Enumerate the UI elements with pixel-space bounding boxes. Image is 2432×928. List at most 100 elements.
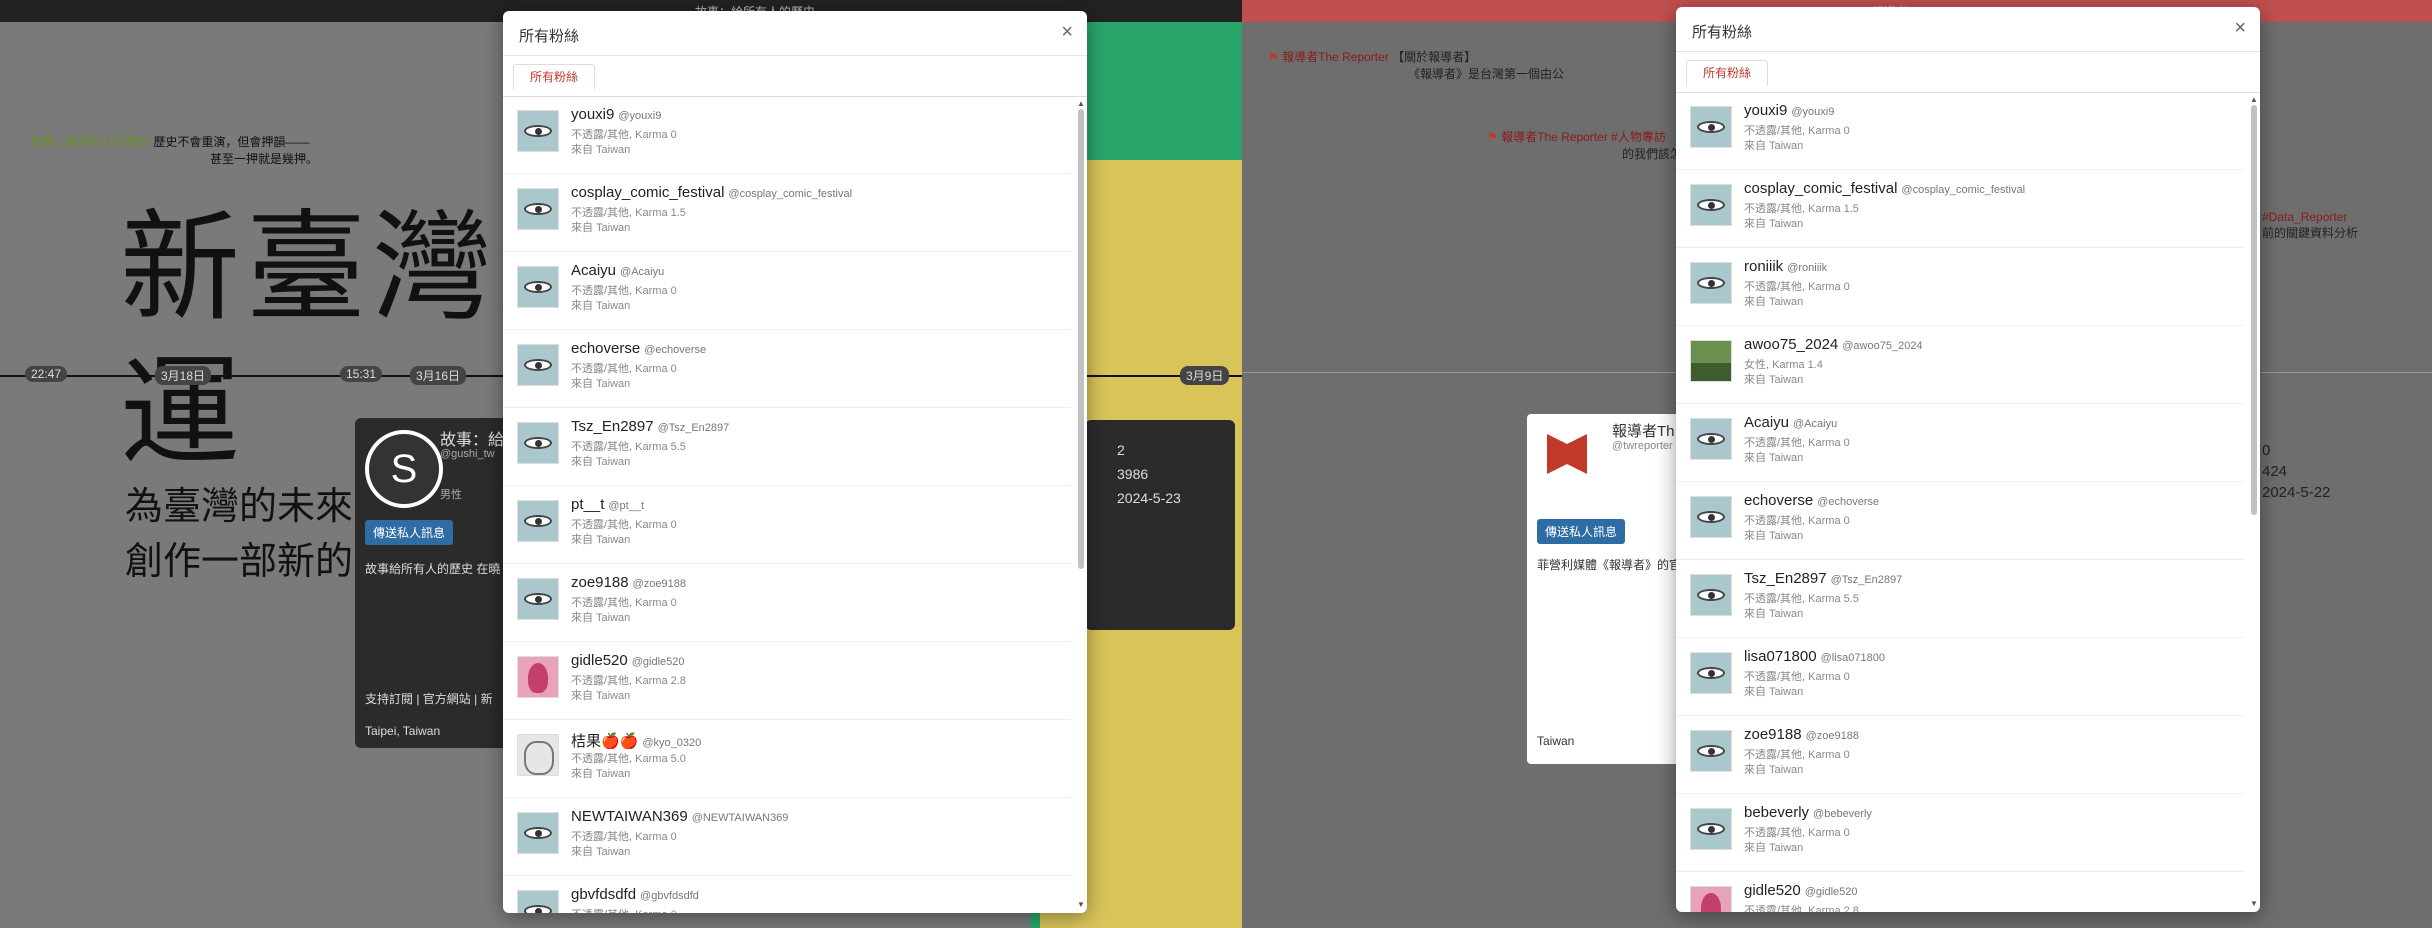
follower-name[interactable]: zoe9188 bbox=[1744, 726, 1802, 743]
follower-name-line[interactable]: awoo75_2024 @awoo75_2024 bbox=[1744, 336, 1923, 353]
tab-all-followers[interactable]: 所有粉絲 bbox=[513, 64, 596, 90]
timeline-tag[interactable]: 3月16日 bbox=[410, 366, 467, 385]
scrollbar[interactable]: ▲ ▼ bbox=[1077, 99, 1085, 909]
follower-name-line[interactable]: lisa071800 @lisa071800 bbox=[1744, 648, 1885, 665]
timeline-tag[interactable]: 3月9日 bbox=[1180, 366, 1230, 385]
follower-name-line[interactable]: NEWTAIWAN369 @NEWTAIWAN369 bbox=[571, 808, 788, 825]
follower-row[interactable]: cosplay_comic_festival @cosplay_comic_fes… bbox=[503, 174, 1071, 252]
follower-avatar[interactable] bbox=[517, 578, 559, 620]
follower-name-line[interactable]: zoe9188 @zoe9188 bbox=[1744, 726, 1859, 743]
follower-row[interactable]: echoverse @echoverse 不透露/其他, Karma 0 來自 Tai… bbox=[1676, 482, 2244, 560]
follower-row[interactable]: echoverse @echoverse 不透露/其他, Karma 0 來自 Tai… bbox=[503, 330, 1071, 408]
post-snippet[interactable]: ⚑ 報導者The Reporter 【關於報導者】 《報導者》是台灣第一個由公 bbox=[1268, 48, 1564, 82]
scroll-down-icon[interactable]: ▼ bbox=[1077, 900, 1085, 909]
follower-row[interactable]: gidle520@gidle520不透露/其他, Karma 2.8來自 Tai… bbox=[1676, 872, 2244, 912]
follower-row[interactable]: gidle520@gidle520不透露/其他, Karma 2.8來自 Tai… bbox=[503, 642, 1071, 720]
follower-row[interactable]: Tsz_En2897 @Tsz_En2897 不透露/其他, Karma 5.5 來自… bbox=[503, 408, 1071, 486]
follower-name[interactable]: gidle520 bbox=[571, 652, 628, 669]
post-snippet[interactable]: #Data_Reporter 前的關鍵資料分析 bbox=[2262, 210, 2358, 241]
post-snippet[interactable]: ⚑ 報導者The Reporter #人物專訪 的我們該怎 bbox=[1487, 128, 1682, 162]
follower-name-line[interactable]: Tsz_En2897 @Tsz_En2897 bbox=[571, 418, 729, 435]
follower-name-line[interactable]: pt__t @pt__t bbox=[571, 496, 644, 513]
follower-name[interactable]: zoe9188 bbox=[571, 574, 629, 591]
follower-row[interactable]: NEWTAIWAN369 @NEWTAIWAN369 不透露/其他, Karma 0… bbox=[503, 798, 1071, 876]
post-snippet-link[interactable]: 報導者The Reporter bbox=[1282, 50, 1389, 64]
follower-name-line[interactable]: gidle520 @gidle520 bbox=[571, 652, 684, 669]
follower-row[interactable]: pt__t @pt__t 不透露/其他, Karma 0 來自 Taiwan bbox=[503, 486, 1071, 564]
follower-name[interactable]: Tsz_En2897 bbox=[571, 418, 654, 435]
follower-avatar[interactable] bbox=[517, 890, 559, 913]
follower-avatar[interactable] bbox=[1690, 418, 1732, 460]
follower-name[interactable]: gbvfdsdfd bbox=[571, 886, 636, 903]
follower-row[interactable]: Acaiyu @Acaiyu 不透露/其他, Karma 0 來自 Taiwan bbox=[1676, 404, 2244, 482]
follower-row[interactable]: zoe9188 @zoe9188 不透露/其他, Karma 0 來自 Taiwan bbox=[503, 564, 1071, 642]
follower-avatar[interactable] bbox=[1690, 886, 1732, 912]
follower-name[interactable]: bebeverly bbox=[1744, 804, 1809, 821]
follower-name[interactable]: gidle520 bbox=[1744, 882, 1801, 899]
scroll-up-icon[interactable]: ▲ bbox=[1077, 99, 1085, 108]
scrollbar-thumb[interactable] bbox=[1078, 109, 1084, 569]
follower-name-line[interactable]: echoverse @echoverse bbox=[1744, 492, 1879, 509]
follower-avatar[interactable] bbox=[517, 500, 559, 542]
follower-row[interactable]: 桔果🍎🍎 @kyo_0320 不透露/其他, Karma 5.0 來自 Taiwan bbox=[503, 720, 1071, 798]
close-icon[interactable]: × bbox=[2234, 17, 2246, 40]
follower-avatar[interactable] bbox=[517, 110, 559, 152]
send-message-button[interactable]: 傳送私人訊息 bbox=[1537, 519, 1626, 544]
scrollbar-thumb[interactable] bbox=[2251, 105, 2257, 515]
follower-name-line[interactable]: Acaiyu @Acaiyu bbox=[571, 262, 664, 279]
post-tag[interactable]: #人物專訪 bbox=[1611, 130, 1666, 144]
follower-name-line[interactable]: 桔果🍎🍎 @kyo_0320 bbox=[571, 730, 701, 751]
follower-avatar[interactable] bbox=[1690, 730, 1732, 772]
follower-name[interactable]: lisa071800 bbox=[1744, 648, 1817, 665]
follower-name-line[interactable]: echoverse @echoverse bbox=[571, 340, 706, 357]
follower-row[interactable]: roniiik @roniiik 不透露/其他, Karma 0 來自 Taiwan bbox=[1676, 248, 2244, 326]
scrollbar[interactable]: ▲ ▼ bbox=[2250, 95, 2258, 908]
follower-avatar[interactable] bbox=[1690, 340, 1732, 382]
post-snippet[interactable]: 故事：給所有人的歷史 歷史不會重演，但會押韻—— 甚至一押就是幾押。 bbox=[30, 133, 318, 167]
follower-name[interactable]: echoverse bbox=[1744, 492, 1813, 509]
scroll-down-icon[interactable]: ▼ bbox=[2250, 899, 2258, 908]
follower-avatar[interactable] bbox=[517, 344, 559, 386]
follower-name-line[interactable]: Acaiyu @Acaiyu bbox=[1744, 414, 1837, 431]
follower-row[interactable]: Tsz_En2897 @Tsz_En2897 不透露/其他, Karma 5.5 來自… bbox=[1676, 560, 2244, 638]
timeline-tag[interactable]: 22:47 bbox=[25, 366, 68, 382]
follower-avatar[interactable] bbox=[1690, 496, 1732, 538]
follower-row[interactable]: youxi9 @youxi9 不透露/其他, Karma 0 來自 Taiwan bbox=[1676, 92, 2244, 170]
follower-avatar[interactable] bbox=[1690, 574, 1732, 616]
follower-name[interactable]: awoo75_2024 bbox=[1744, 336, 1838, 353]
follower-row[interactable]: zoe9188 @zoe9188 不透露/其他, Karma 0 來自 Taiwan bbox=[1676, 716, 2244, 794]
follower-avatar[interactable] bbox=[517, 188, 559, 230]
follower-row[interactable]: cosplay_comic_festival @cosplay_comic_fes… bbox=[1676, 170, 2244, 248]
profile-links[interactable]: 支持訂閱 | 官方網站 | 新 bbox=[365, 690, 493, 707]
follower-avatar[interactable] bbox=[1690, 262, 1732, 304]
follower-row[interactable]: bebeverly @bebeverly 不透露/其他, Karma 0 來自 Tai… bbox=[1676, 794, 2244, 872]
follower-avatar[interactable] bbox=[517, 734, 559, 776]
follower-name-line[interactable]: youxi9 @youxi9 bbox=[571, 106, 661, 123]
follower-avatar[interactable] bbox=[517, 656, 559, 698]
follower-row[interactable]: youxi9 @youxi9 不透露/其他, Karma 0 來自 Taiwan bbox=[503, 96, 1071, 174]
follower-name-line[interactable]: cosplay_comic_festival @cosplay_comic_fes… bbox=[571, 184, 852, 201]
follower-avatar[interactable] bbox=[1690, 652, 1732, 694]
follower-name-line[interactable]: zoe9188 @zoe9188 bbox=[571, 574, 686, 591]
post-snippet-link[interactable]: 報導者The Reporter bbox=[1501, 130, 1608, 144]
follower-name[interactable]: Acaiyu bbox=[1744, 414, 1789, 431]
follower-row[interactable]: awoo75_2024 @awoo75_2024 女性, Karma 1.4 來自 T… bbox=[1676, 326, 2244, 404]
scroll-up-icon[interactable]: ▲ bbox=[2250, 95, 2258, 104]
follower-name[interactable]: youxi9 bbox=[1744, 102, 1787, 119]
timeline-tag[interactable]: 15:31 bbox=[340, 366, 383, 382]
follower-row[interactable]: Acaiyu @Acaiyu 不透露/其他, Karma 0 來自 Taiwan bbox=[503, 252, 1071, 330]
follower-name-line[interactable]: gbvfdsdfd @gbvfdsdfd bbox=[571, 886, 699, 903]
follower-avatar[interactable] bbox=[517, 266, 559, 308]
follower-name[interactable]: Acaiyu bbox=[571, 262, 616, 279]
follower-name-line[interactable]: gidle520 @gidle520 bbox=[1744, 882, 1857, 899]
follower-name[interactable]: Tsz_En2897 bbox=[1744, 570, 1827, 587]
post-tag[interactable]: #Data_Reporter bbox=[2262, 210, 2347, 224]
follower-name[interactable]: pt__t bbox=[571, 496, 604, 513]
follower-row[interactable]: gbvfdsdfd@gbvfdsdfd不透露/其他, Karma 0來自 Tai… bbox=[503, 876, 1071, 913]
follower-name[interactable]: cosplay_comic_festival bbox=[571, 184, 724, 201]
post-snippet-link[interactable]: 故事：給所有人的歷史 bbox=[30, 135, 150, 149]
follower-avatar[interactable] bbox=[517, 812, 559, 854]
follower-name[interactable]: NEWTAIWAN369 bbox=[571, 808, 688, 825]
timeline-tag[interactable]: 3月18日 bbox=[155, 366, 212, 385]
close-icon[interactable]: × bbox=[1061, 21, 1073, 44]
